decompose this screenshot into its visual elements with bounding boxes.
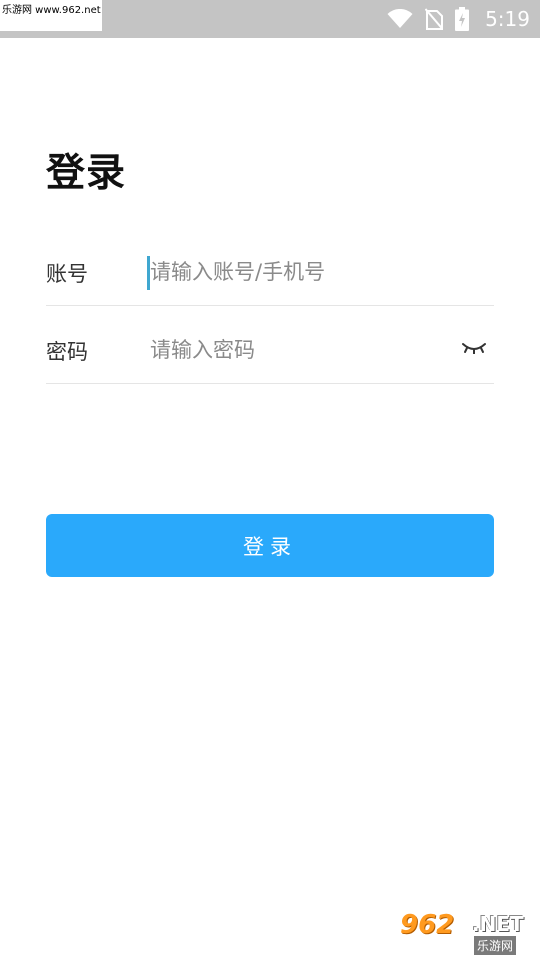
watermark-number: 962 [400, 910, 455, 940]
password-row: 密码 [46, 306, 494, 384]
account-row: 账号 [46, 228, 494, 306]
password-divider [46, 383, 494, 384]
eye-closed-icon[interactable] [462, 342, 486, 354]
no-sim-icon [425, 8, 444, 30]
watermark-logo: 962 .NET 乐游网 [400, 910, 536, 955]
status-icons: 5:19 [375, 0, 530, 38]
watermark-top: 乐游网 www.962.net [0, 0, 102, 31]
status-time: 5:19 [485, 7, 530, 31]
page-title: 登录 [46, 151, 127, 196]
watermark-top-text: 乐游网 www.962.net [2, 5, 101, 16]
wifi-icon [387, 9, 413, 29]
password-input[interactable] [148, 332, 450, 368]
login-button[interactable]: 登录 [46, 514, 494, 577]
password-label: 密码 [46, 340, 88, 364]
watermark-name: 乐游网 [474, 936, 517, 955]
account-input[interactable] [148, 254, 450, 290]
account-label: 账号 [46, 262, 88, 286]
status-bar: 乐游网 www.962.net 5:19 [0, 0, 540, 38]
watermark-domain: .NET [472, 912, 524, 936]
battery-charging-icon [455, 7, 470, 31]
